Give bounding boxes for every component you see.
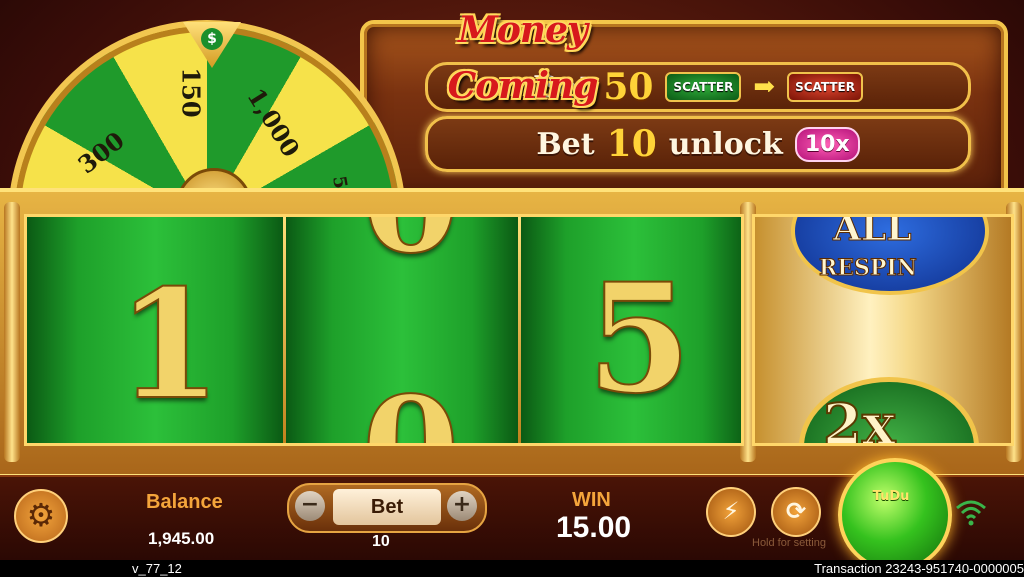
game-logo: Money Coming xyxy=(447,9,599,107)
bet-10-unlock-banner: Bet 10 unlock 10x xyxy=(425,116,971,172)
reel-1: 1 xyxy=(27,217,283,443)
transaction-id: Transaction 23243-951740-0000005 xyxy=(814,561,1024,576)
banner1-bet-amount: 50 xyxy=(603,66,654,108)
reel-window: 1 0 0 5 xyxy=(24,214,744,446)
spin-label: TuDu xyxy=(872,489,910,504)
banner2-unlock-word: unlock xyxy=(668,126,783,162)
left-pillar xyxy=(4,202,20,462)
multiplier-2x-label: 2x xyxy=(822,391,896,446)
balance-label: Balance xyxy=(146,491,223,513)
bet-increase-button[interactable]: + xyxy=(447,491,477,521)
bet-decrease-button[interactable]: − xyxy=(295,491,325,521)
balance-value: 1,945.00 xyxy=(148,529,215,548)
scatter-red-icon: SCATTER xyxy=(787,72,863,102)
version-text: v_77_12 xyxy=(132,561,182,576)
reel-2-digit: 0 xyxy=(361,217,460,286)
arrow-right-icon: ➡ xyxy=(753,72,776,102)
reel-3: 5 xyxy=(521,217,741,443)
settings-button[interactable]: ⚙ xyxy=(14,489,68,543)
reel-2: 0 0 xyxy=(286,217,518,443)
multiplier-10x-badge: 10x xyxy=(794,126,860,162)
special-reel: ALL RESPIN 2x xyxy=(752,214,1014,446)
hold-hint: Hold for setting xyxy=(752,537,826,549)
spin-button[interactable] xyxy=(838,458,952,572)
autoplay-icon: ⟳ xyxy=(785,497,807,525)
scatter-green-icon: SCATTER xyxy=(665,72,742,102)
bonus-wheel: 300 150 1,000 50 $ xyxy=(8,20,408,205)
reel-2-digit-below: 0 xyxy=(361,366,460,443)
lightning-icon: ⚡ xyxy=(722,497,740,525)
game-stage: Bet 50 SCATTER ➡ SCATTER Bet 10 unlock 1… xyxy=(0,0,1024,572)
dollar-icon: $ xyxy=(201,28,223,50)
banner2-bet-word: Bet xyxy=(536,126,595,162)
bet-control: − Bet + xyxy=(287,483,487,533)
win-label: WIN xyxy=(572,489,611,511)
bet-label: Bet xyxy=(333,489,441,525)
wifi-icon xyxy=(956,500,986,526)
gear-icon: ⚙ xyxy=(26,496,56,534)
reel-1-digit: 1 xyxy=(116,256,222,434)
respin-label: RESPIN xyxy=(819,255,918,282)
all-respin-title: ALL xyxy=(833,214,913,250)
autoplay-button[interactable]: ⟳ xyxy=(771,487,821,537)
reel-3-digit: 5 xyxy=(586,250,692,428)
reel-frame: 1 0 0 5 ALL RESPIN 2x xyxy=(0,188,1024,478)
banner2-bet-amount: 10 xyxy=(606,123,657,165)
turbo-button[interactable]: ⚡ xyxy=(706,487,756,537)
wheel-segment-150: 150 xyxy=(176,67,206,118)
bet-value: 10 xyxy=(372,533,390,550)
win-value: 15.00 xyxy=(556,511,632,544)
